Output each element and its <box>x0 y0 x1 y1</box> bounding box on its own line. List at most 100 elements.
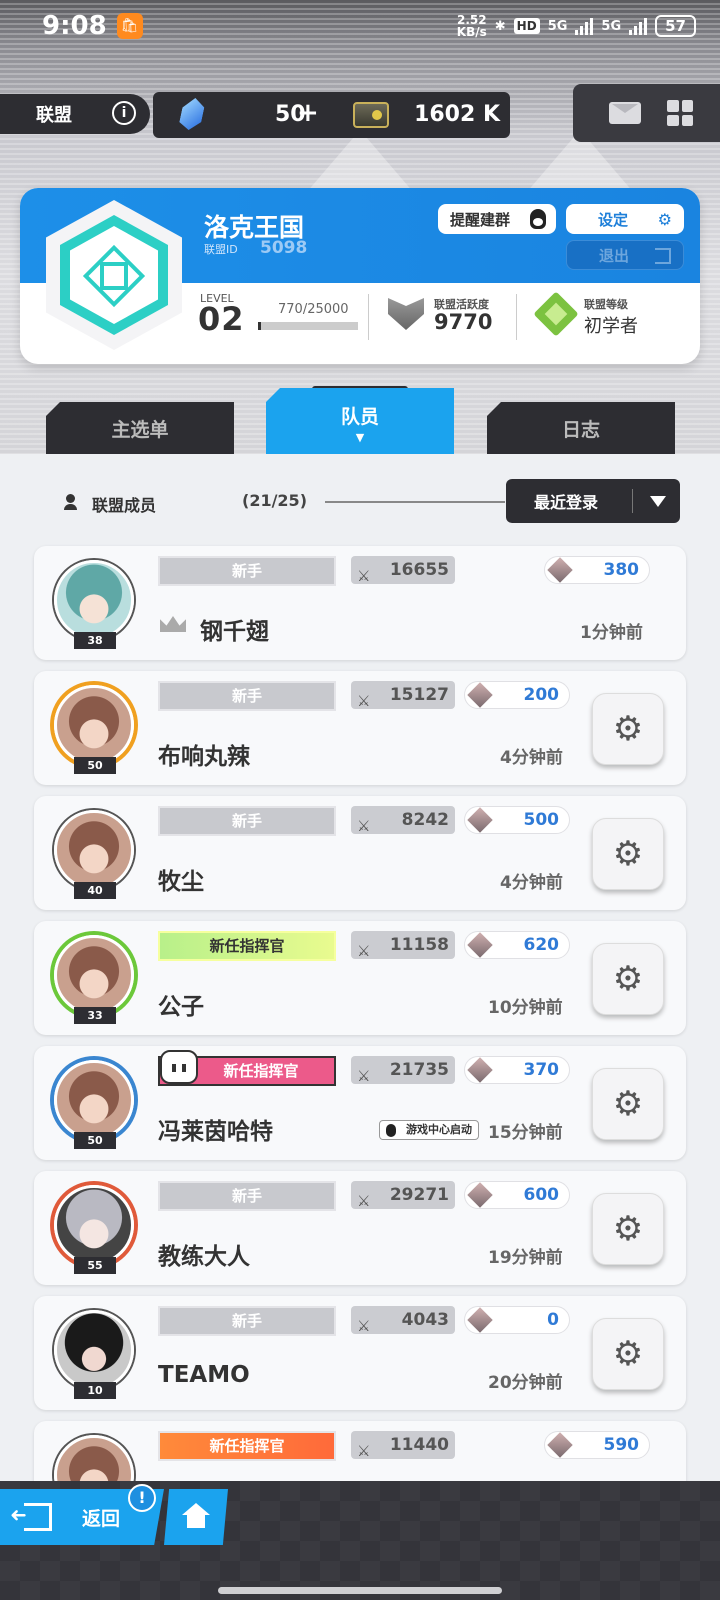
last-login: 15分钟前 <box>488 1123 563 1143</box>
member-row[interactable]: 10 新手 ⚔ 4043 0 TEAMO 20分钟前 ⚙ <box>34 1296 686 1410</box>
avatar-image <box>54 1185 134 1265</box>
avatar-image <box>54 1310 134 1390</box>
member-row[interactable]: 50 新任指挥官 ⚔ 21735 370 冯莱茵哈特 游戏中心启动 15分钟前 ⚙ <box>34 1046 686 1160</box>
power-pill: ⚔ 11440 <box>351 1431 455 1460</box>
last-login: 4分钟前 <box>500 748 563 768</box>
divider <box>325 501 505 503</box>
network-speed: 2.52 KB/s <box>456 13 487 39</box>
member-row[interactable]: 55 新手 ⚔ 29271 600 教练大人 19分钟前 ⚙ <box>34 1171 686 1285</box>
remind-group-button[interactable]: 提醒建群 <box>438 204 556 234</box>
member-row[interactable]: 40 新手 ⚔ 8242 500 牧尘 4分钟前 ⚙ <box>34 796 686 910</box>
avatar-image <box>54 935 134 1015</box>
net-label-2: 5G <box>601 18 622 34</box>
signal-icon <box>629 17 648 35</box>
mail-icon[interactable] <box>609 102 641 124</box>
game-center-tag: 游戏中心启动 <box>379 1120 479 1140</box>
exit-alliance-button[interactable]: 退出 <box>566 240 684 270</box>
gem-value: 200 <box>523 685 560 705</box>
member-row[interactable]: 38 新手 ⚔ 16655 380 钢千翅 1分钟前 <box>34 546 686 660</box>
alert-badge: ! <box>128 1484 156 1512</box>
settings-label: 设定 <box>598 210 629 229</box>
avatar[interactable]: 40 <box>48 806 140 899</box>
sort-dropdown[interactable]: 最近登录 <box>506 479 680 523</box>
avatar[interactable] <box>48 1431 140 1481</box>
gem-pill: 200 <box>464 681 570 709</box>
tab-log[interactable]: 日志 <box>487 402 675 454</box>
gem-value: 620 <box>523 935 560 955</box>
gem-value: 370 <box>523 1060 560 1080</box>
gem-value: 380 <box>603 560 640 580</box>
last-login: 10分钟前 <box>488 998 563 1018</box>
member-row[interactable]: 33 新任指挥官 ⚔ 11158 620 公子 10分钟前 ⚙ <box>34 921 686 1035</box>
gear-icon: ⚙ <box>612 1209 644 1249</box>
avatar[interactable]: 33 <box>48 931 140 1024</box>
divider <box>516 294 517 340</box>
gem-pill: 380 <box>544 556 650 584</box>
member-list-area[interactable]: 联盟成员 (21/25) 最近登录 38 新手 ⚔ 16655 380 钢千翅 1… <box>0 454 720 1481</box>
last-login: 4分钟前 <box>500 873 563 893</box>
power-pill: ⚔ 15127 <box>351 681 455 710</box>
xp-progress-bar <box>258 322 358 330</box>
gem-icon <box>467 1307 493 1333</box>
crossed-swords-icon: ⚔ <box>357 942 371 960</box>
tab-members-label: 队员 <box>340 406 379 428</box>
avatar[interactable]: 55 <box>48 1181 140 1274</box>
gem-icon <box>467 1182 493 1208</box>
activity-value: 9770 <box>434 310 493 334</box>
tab-main-menu[interactable]: 主选单 <box>46 402 234 454</box>
member-settings-button[interactable]: ⚙ <box>592 818 664 890</box>
gem-pill: 620 <box>464 931 570 959</box>
avatar[interactable]: 38 <box>48 556 140 649</box>
level-badge: 10 <box>74 1382 116 1399</box>
members-icon <box>64 494 82 510</box>
grid-menu-icon[interactable] <box>667 100 693 126</box>
member-title: 新手 <box>158 1306 336 1336</box>
level-badge: 50 <box>74 1132 116 1149</box>
member-row[interactable]: 50 新手 ⚔ 15127 200 布响丸辣 4分钟前 ⚙ <box>34 671 686 785</box>
info-icon[interactable]: i <box>112 101 136 125</box>
member-settings-button[interactable]: ⚙ <box>592 1318 664 1390</box>
alliance-card: 洛克王国 联盟ID 5098 提醒建群 设定 ⚙ 退出 LEVEL 02 770… <box>20 188 700 364</box>
crystal-icon <box>178 98 207 130</box>
battery-icon: 57 <box>655 15 696 37</box>
crossed-swords-icon: ⚔ <box>357 1067 371 1085</box>
gem-value: 0 <box>547 1310 559 1330</box>
settings-button[interactable]: 设定 ⚙ <box>566 204 684 234</box>
alliance-level: 02 <box>198 300 245 338</box>
home-button[interactable] <box>164 1489 228 1545</box>
level-badge: 40 <box>74 882 116 899</box>
power-value: 29271 <box>389 1185 449 1205</box>
gear-icon: ⚙ <box>657 210 672 229</box>
gem-pill: 0 <box>464 1306 570 1334</box>
remind-group-label: 提醒建群 <box>450 210 511 229</box>
level-badge: 50 <box>74 757 116 774</box>
member-settings-button[interactable]: ⚙ <box>592 693 664 765</box>
level-badge: 55 <box>74 1257 116 1274</box>
power-pill: ⚔ 29271 <box>351 1181 455 1210</box>
power-pill: ⚔ 11158 <box>351 931 455 960</box>
net-label-1: 5G <box>547 18 568 34</box>
member-settings-button[interactable]: ⚙ <box>592 1068 664 1140</box>
member-row[interactable]: 新任指挥官 ⚔ 11440 590 <box>34 1421 686 1481</box>
member-settings-button[interactable]: ⚙ <box>592 1193 664 1265</box>
qq-icon <box>386 1124 396 1137</box>
crossed-swords-icon: ⚔ <box>357 1192 371 1210</box>
avatar-image <box>54 560 134 640</box>
tab-members[interactable]: 队员 ▼ <box>266 388 454 454</box>
gem-value: 590 <box>603 1435 640 1455</box>
add-crystal-button[interactable]: + <box>297 98 319 128</box>
avatar[interactable]: 10 <box>48 1306 140 1399</box>
gem-pill: 600 <box>464 1181 570 1209</box>
activity-shield-icon <box>388 298 424 330</box>
rank-label: 联盟等级 <box>584 298 628 311</box>
avatar[interactable]: 50 <box>48 1056 140 1149</box>
avatar[interactable]: 50 <box>48 681 140 774</box>
level-badge: 38 <box>74 632 116 649</box>
rank-icon <box>533 291 579 337</box>
power-value: 15127 <box>389 685 449 705</box>
member-settings-button[interactable]: ⚙ <box>592 943 664 1015</box>
power-pill: ⚔ 16655 <box>351 556 455 585</box>
avatar-image <box>54 810 134 890</box>
gesture-bar[interactable] <box>218 1587 502 1594</box>
power-value: 4043 <box>401 1310 449 1330</box>
